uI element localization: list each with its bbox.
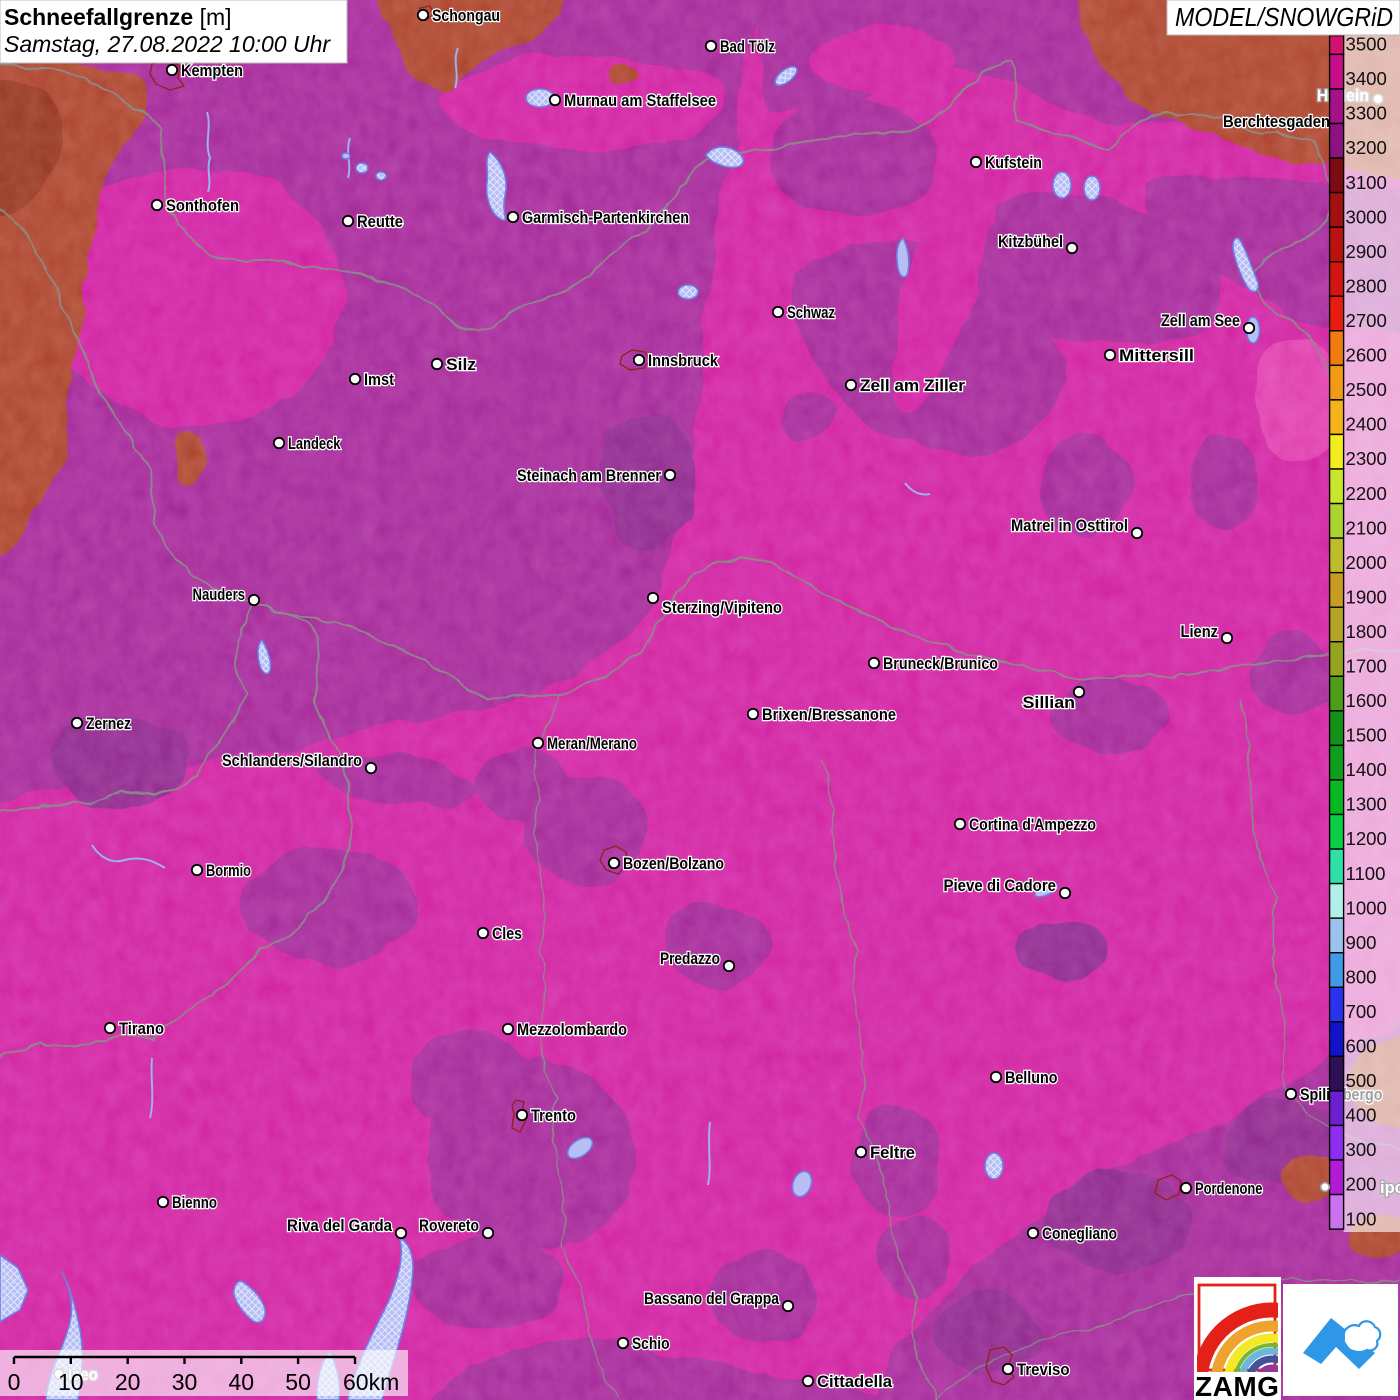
svg-text:Tirano: Tirano	[119, 1020, 164, 1038]
svg-text:900: 900	[1346, 932, 1377, 953]
svg-text:Bad Tölz: Bad Tölz	[720, 38, 775, 56]
svg-text:60km: 60km	[343, 1369, 399, 1395]
svg-text:100: 100	[1346, 1208, 1377, 1229]
svg-text:Landeck: Landeck	[288, 435, 341, 453]
svg-text:Imst: Imst	[364, 371, 395, 389]
svg-text:Schlanders/Silandro: Schlanders/Silandro	[222, 752, 362, 770]
svg-text:Mezzolombardo: Mezzolombardo	[517, 1021, 627, 1039]
svg-text:400: 400	[1346, 1105, 1377, 1126]
svg-text:50: 50	[285, 1369, 311, 1395]
svg-text:10: 10	[58, 1369, 84, 1395]
svg-text:800: 800	[1346, 966, 1377, 987]
svg-text:Bruneck/Brunico: Bruneck/Brunico	[883, 655, 998, 673]
svg-text:2600: 2600	[1346, 345, 1387, 366]
svg-text:Sterzing/Vipiteno: Sterzing/Vipiteno	[662, 599, 782, 617]
svg-text:Matrei in Osttirol: Matrei in Osttirol	[1011, 517, 1128, 535]
svg-text:Lienz: Lienz	[1181, 623, 1219, 641]
svg-text:Reutte: Reutte	[357, 213, 403, 231]
svg-text:1200: 1200	[1346, 828, 1387, 849]
svg-text:Brixen/Bressanone: Brixen/Bressanone	[762, 706, 896, 724]
svg-text:2300: 2300	[1346, 448, 1387, 469]
svg-text:3100: 3100	[1346, 172, 1387, 193]
svg-text:1900: 1900	[1346, 586, 1387, 607]
svg-text:Silz: Silz	[446, 356, 476, 374]
svg-text:2700: 2700	[1346, 310, 1387, 331]
svg-text:700: 700	[1346, 1001, 1377, 1022]
svg-text:500: 500	[1346, 1070, 1377, 1091]
svg-text:2200: 2200	[1346, 483, 1387, 504]
svg-text:2500: 2500	[1346, 379, 1387, 400]
svg-text:ipo: ipo	[1380, 1179, 1400, 1197]
svg-text:1100: 1100	[1346, 863, 1386, 884]
svg-text:Schio: Schio	[632, 1335, 670, 1353]
svg-text:40: 40	[229, 1369, 255, 1395]
svg-text:300: 300	[1346, 1139, 1377, 1160]
svg-text:Schongau: Schongau	[432, 7, 500, 25]
svg-text:Bormio: Bormio	[206, 862, 251, 880]
svg-text:Feltre: Feltre	[870, 1144, 915, 1162]
svg-text:3000: 3000	[1346, 206, 1387, 227]
svg-text:Kufstein: Kufstein	[985, 154, 1042, 172]
svg-text:MODEL/SNOWGRiD: MODEL/SNOWGRiD	[1175, 2, 1393, 32]
svg-text:2000: 2000	[1346, 552, 1387, 573]
svg-text:ZAMG: ZAMG	[1195, 1371, 1279, 1400]
svg-text:600: 600	[1346, 1036, 1377, 1057]
svg-text:Steinach am Brenner: Steinach am Brenner	[517, 467, 662, 485]
svg-text:Nauders: Nauders	[193, 586, 246, 604]
svg-text:Mittersill: Mittersill	[1119, 347, 1194, 365]
svg-text:2100: 2100	[1346, 517, 1387, 538]
svg-text:Sonthofen: Sonthofen	[166, 197, 239, 215]
svg-text:Berchtesgaden: Berchtesgaden	[1223, 113, 1330, 131]
svg-text:Pieve di Cadore: Pieve di Cadore	[944, 877, 1057, 895]
svg-text:Kitzbühel: Kitzbühel	[998, 233, 1063, 251]
svg-text:Bassano del Grappa: Bassano del Grappa	[644, 1290, 780, 1308]
svg-text:Bienno: Bienno	[172, 1194, 217, 1212]
svg-text:1600: 1600	[1346, 690, 1387, 711]
svg-text:Samstag, 27.08.2022 10:00 Uhr: Samstag, 27.08.2022 10:00 Uhr	[4, 31, 331, 57]
svg-text:Belluno: Belluno	[1005, 1069, 1058, 1087]
svg-text:Schwaz: Schwaz	[787, 304, 835, 322]
svg-text:Conegliano: Conegliano	[1042, 1225, 1117, 1243]
svg-text:2400: 2400	[1346, 414, 1387, 435]
svg-text:3400: 3400	[1346, 68, 1387, 89]
svg-text:2800: 2800	[1346, 275, 1387, 296]
svg-text:20: 20	[115, 1369, 141, 1395]
svg-text:Trento: Trento	[531, 1107, 576, 1125]
svg-text:Kempten: Kempten	[181, 62, 243, 80]
svg-text:1000: 1000	[1346, 897, 1387, 918]
svg-text:Zernez: Zernez	[86, 715, 131, 733]
svg-text:Cortina d'Ampezzo: Cortina d'Ampezzo	[969, 816, 1096, 834]
svg-text:Zell am Ziller: Zell am Ziller	[860, 377, 966, 395]
svg-text:Garmisch-Partenkirchen: Garmisch-Partenkirchen	[522, 209, 689, 227]
svg-text:Zell am See: Zell am See	[1161, 312, 1240, 330]
svg-text:30: 30	[172, 1369, 198, 1395]
svg-text:3200: 3200	[1346, 137, 1387, 158]
svg-text:Innsbruck: Innsbruck	[648, 352, 719, 370]
svg-text:200: 200	[1346, 1174, 1377, 1195]
svg-text:Meran/Merano: Meran/Merano	[547, 735, 637, 753]
svg-text:1700: 1700	[1346, 656, 1387, 677]
svg-text:Treviso: Treviso	[1017, 1361, 1070, 1379]
svg-text:Predazzo: Predazzo	[660, 950, 720, 968]
svg-text:Cles: Cles	[492, 925, 522, 943]
svg-text:Pordenone: Pordenone	[1195, 1180, 1263, 1198]
svg-text:Murnau am Staffelsee: Murnau am Staffelsee	[564, 92, 716, 110]
svg-text:0: 0	[8, 1369, 21, 1395]
svg-text:1800: 1800	[1346, 621, 1387, 642]
svg-text:1500: 1500	[1346, 725, 1387, 746]
svg-text:1400: 1400	[1346, 759, 1387, 780]
svg-text:3500: 3500	[1346, 34, 1387, 55]
svg-text:Rovereto: Rovereto	[419, 1217, 479, 1235]
svg-text:Bozen/Bolzano: Bozen/Bolzano	[623, 855, 724, 873]
svg-text:Riva del Garda: Riva del Garda	[287, 1217, 393, 1235]
svg-text:Sillian: Sillian	[1023, 694, 1076, 712]
svg-text:Schneefallgrenze [m]: Schneefallgrenze [m]	[4, 4, 232, 30]
svg-text:3300: 3300	[1346, 103, 1387, 124]
svg-text:Cittadella: Cittadella	[817, 1373, 893, 1391]
svg-text:2900: 2900	[1346, 241, 1387, 262]
svg-text:1300: 1300	[1346, 794, 1387, 815]
